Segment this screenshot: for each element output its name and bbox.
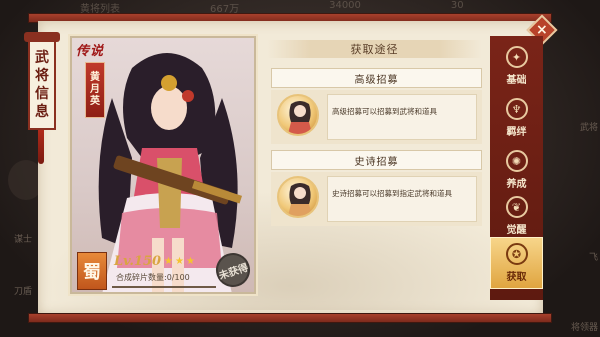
route-description-box: 高级招募可以招募到武将和道具 [327,94,477,140]
name-char: 英 [90,96,100,107]
route-card-advanced-recruit[interactable]: 高级招募 高级招募可以招募到武将和道具 [271,68,482,144]
route-title-bar: 高级招募 [271,68,482,88]
close-icon: × [536,21,548,38]
bg-right-label: 武将 [579,123,598,133]
star-icon: ★ [164,256,173,267]
route-title: 史诗招募 [354,156,399,168]
sun-emblem-icon: ✺ [505,150,528,172]
hero-portrait-icon[interactable] [277,176,319,218]
bg-right-label: 将领器 [570,323,598,333]
flame-swirl-icon: ✦ [505,46,528,68]
nav-tab-acquire[interactable]: ✪ 获取 [490,237,543,289]
route-card-epic-recruit[interactable]: 史诗招募 史诗招募可以招募到指定武将和道具 [271,150,482,226]
nav-tab-awaken[interactable]: ❦ 觉醒 [490,190,543,242]
rarity-badge: 传说 [76,44,105,59]
faction-emblem: 蜀 [77,252,107,290]
nav-label: 觉醒 [506,225,527,236]
tassel-ornament [38,130,44,164]
name-char: 黄 [90,72,100,83]
crown-flame-icon: ♆ [505,98,528,120]
compass-emblem-icon: ✪ [505,243,528,265]
route-description: 高级招募可以招募到武将和道具 [332,107,437,116]
scroll-rod-bottom [28,313,552,323]
bg-left-label: 谋士 [14,235,33,245]
route-title: 高级招募 [354,74,399,86]
name-char: 月 [90,84,100,95]
nav-tab-cultivate[interactable]: ✺ 养成 [490,144,543,196]
faction-label: 蜀 [83,262,101,283]
star-rating: ★ ★ ★ [164,256,195,267]
route-body: 史诗招募可以招募到指定武将和道具 [271,172,482,226]
hero-level: Lv.150 [114,254,162,269]
wing-emblem-icon: ❦ [505,196,528,218]
star-icon: ★ [174,256,184,267]
status-label: 未获得 [217,262,250,282]
route-title-bar: 史诗招募 [271,150,482,170]
title-char: 息 [35,104,49,120]
shard-progress-bar [112,286,216,288]
route-description: 史诗招募可以招募到指定武将和道具 [332,189,452,198]
nav-tab-basics[interactable]: ✦ 基础 [490,40,543,92]
title-char: 武 [35,50,49,66]
section-title: 获取途径 [350,43,399,56]
bg-left-label: 刀盾 [14,287,33,297]
nav-label: 羁绊 [506,127,527,138]
nav-label: 获取 [506,272,527,283]
nav-label: 基础 [506,75,527,86]
acquire-section-header: 获取途径 [267,40,482,58]
route-description-box: 史诗招募可以招募到指定武将和道具 [327,176,477,222]
route-body: 高级招募可以招募到武将和道具 [271,90,482,144]
hero-name-tag: 黄 月 英 [85,62,105,118]
bg-right-label: 飞 [588,253,598,263]
shard-count-text: 合成碎片数量:0/100 [116,273,190,282]
nav-tab-bonds[interactable]: ♆ 羁绊 [490,92,543,144]
nav-label: 养成 [506,179,527,190]
star-icon: ★ [185,256,195,267]
panel-title-tab: 武 将 信 息 [28,40,56,130]
hero-portrait-icon[interactable] [277,94,319,136]
title-char: 信 [35,86,49,102]
title-char: 将 [35,68,49,84]
